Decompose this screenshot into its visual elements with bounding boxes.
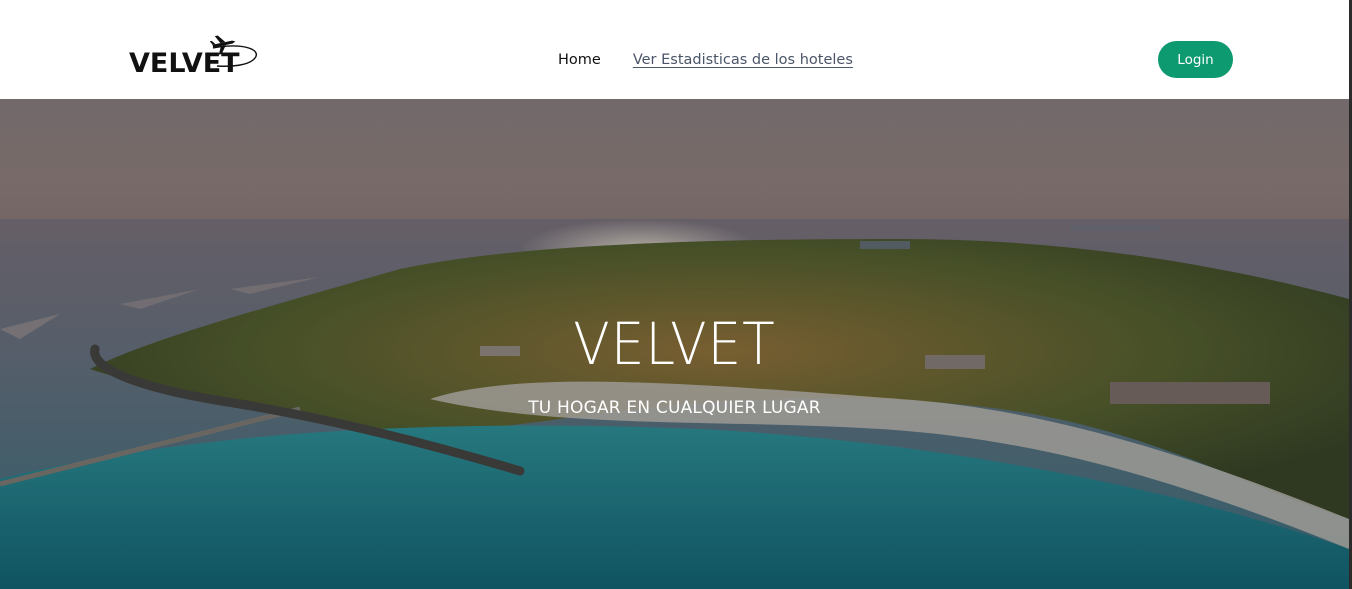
logo[interactable]: VELVET [127, 34, 261, 84]
nav-home[interactable]: Home [558, 50, 601, 70]
hero-title: VELVET [573, 310, 776, 378]
login-button[interactable]: Login [1158, 41, 1233, 78]
site-header: VELVET Home Ver Estadisticas de los hote… [0, 0, 1349, 99]
hero-subtitle: TU HOGAR EN CUALQUIER LUGAR [528, 398, 821, 418]
hero-section: VELVET TU HOGAR EN CUALQUIER LUGAR [0, 99, 1349, 589]
airplane-icon [209, 35, 257, 67]
main-nav: Home Ver Estadisticas de los hoteles [558, 50, 853, 70]
nav-hotel-stats[interactable]: Ver Estadisticas de los hoteles [633, 50, 853, 70]
page: VELVET Home Ver Estadisticas de los hote… [0, 0, 1352, 589]
